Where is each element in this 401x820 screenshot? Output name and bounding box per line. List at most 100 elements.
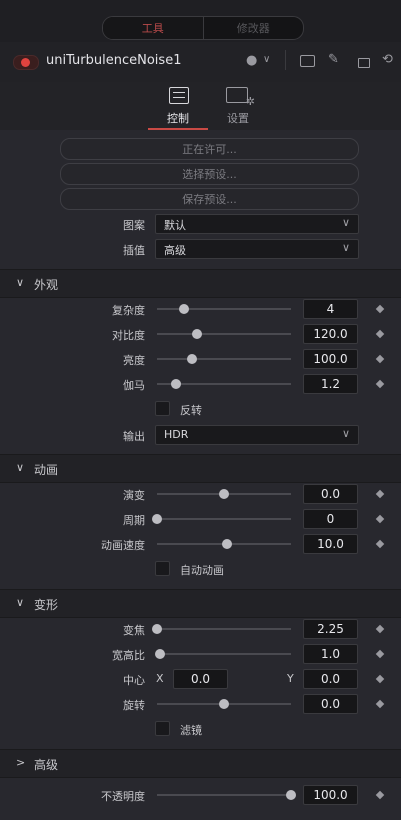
auto-animate-label: 自动动画	[180, 564, 224, 577]
section-animation[interactable]: ∨ 动画	[0, 454, 401, 483]
center-x-input[interactable]: 0.0	[173, 669, 228, 689]
speed-slider-knob[interactable]	[221, 539, 232, 549]
complexity-input[interactable]: 4	[303, 299, 358, 319]
chevron-down-icon: ∨	[341, 216, 350, 229]
keyframe-icon[interactable]	[375, 329, 385, 339]
interpolation-dropdown[interactable]: 高级 ∨	[155, 239, 359, 259]
evolution-input[interactable]: 0.0	[303, 484, 358, 504]
keyframe-icon[interactable]	[375, 489, 385, 499]
output-label: 输出	[123, 430, 145, 443]
reset-icon[interactable]: ⟲	[382, 52, 393, 67]
aspect-label: 宽高比	[112, 649, 145, 662]
section-advanced[interactable]: > 高级	[0, 749, 401, 778]
keyframe-icon[interactable]	[375, 354, 385, 364]
inspector-tabs: 控制 ✲ 设置	[0, 82, 401, 130]
tab-tools[interactable]: 工具	[103, 17, 204, 39]
evolution-label: 演变	[123, 489, 145, 502]
lock-icon[interactable]	[358, 58, 370, 68]
keyframe-icon[interactable]	[375, 624, 385, 634]
zoom-slider-track[interactable]	[157, 628, 291, 630]
gamma-label: 伽马	[123, 379, 145, 392]
section-appearance[interactable]: ∨ 外观	[0, 269, 401, 298]
section-title: 高级	[34, 758, 59, 772]
filter-checkbox[interactable]	[155, 721, 170, 736]
pattern-label: 图案	[123, 219, 145, 232]
section-title: 外观	[34, 278, 59, 292]
cycle-input[interactable]: 0	[303, 509, 358, 529]
rotation-slider-knob[interactable]	[219, 699, 229, 709]
invert-label: 反转	[180, 404, 202, 417]
chevron-down-icon: ∨	[16, 461, 25, 474]
versions-icon[interactable]	[300, 55, 315, 67]
zoom-slider-knob[interactable]	[152, 624, 162, 634]
tab-modifiers[interactable]: 修改器	[204, 17, 304, 39]
speed-label: 动画速度	[101, 539, 145, 552]
brightness-slider-track[interactable]	[157, 358, 291, 360]
output-value: HDR	[164, 428, 189, 441]
section-transform[interactable]: ∨ 变形	[0, 589, 401, 618]
keyframe-icon[interactable]	[375, 304, 385, 314]
output-dropdown[interactable]: HDR ∨	[155, 425, 359, 445]
chevron-down-icon[interactable]: ∨	[263, 54, 270, 65]
auto-animate-checkbox[interactable]	[155, 561, 170, 576]
pattern-dropdown[interactable]: 默认 ∨	[155, 214, 359, 234]
complexity-slider-knob[interactable]	[178, 304, 189, 314]
aspect-input[interactable]: 1.0	[303, 644, 358, 664]
keyframe-icon[interactable]	[375, 649, 385, 659]
speed-input[interactable]: 10.0	[303, 534, 358, 554]
header-divider	[285, 50, 286, 70]
rotation-label: 旋转	[123, 699, 145, 712]
keyframe-icon[interactable]	[375, 674, 385, 684]
license-button[interactable]: 正在许可...	[60, 138, 359, 160]
aspect-slider-track[interactable]	[157, 653, 291, 655]
node-enable-toggle[interactable]	[13, 55, 39, 70]
chevron-right-icon: >	[16, 756, 26, 769]
opacity-label: 不透明度	[101, 790, 145, 803]
cycle-slider-knob[interactable]	[152, 514, 162, 524]
zoom-label: 变焦	[123, 624, 145, 637]
contrast-input[interactable]: 120.0	[303, 324, 358, 344]
toggle-dot	[21, 58, 30, 67]
zoom-input[interactable]: 2.25	[303, 619, 358, 639]
brightness-input[interactable]: 100.0	[303, 349, 358, 369]
keyframe-icon[interactable]	[375, 379, 385, 389]
gamma-input[interactable]: 1.2	[303, 374, 358, 394]
cycle-slider-track[interactable]	[157, 518, 291, 520]
interpolation-value: 高级	[164, 244, 186, 257]
save-preset-button[interactable]: 保存预设...	[60, 188, 359, 210]
cycle-label: 周期	[123, 514, 145, 527]
contrast-slider-track[interactable]	[157, 333, 291, 335]
invert-checkbox[interactable]	[155, 401, 170, 416]
contrast-label: 对比度	[112, 329, 145, 342]
active-tab-underline	[148, 128, 208, 130]
gamma-slider-knob[interactable]	[170, 379, 181, 389]
center-y-label: Y	[287, 672, 294, 685]
aspect-slider-knob[interactable]	[154, 649, 165, 659]
tools-modifiers-switch[interactable]: 工具 修改器	[102, 16, 304, 40]
contrast-slider-knob[interactable]	[192, 329, 203, 339]
opacity-slider-track[interactable]	[157, 794, 291, 796]
rotation-input[interactable]: 0.0	[303, 694, 358, 714]
brightness-slider-knob[interactable]	[186, 354, 197, 364]
select-preset-button[interactable]: 选择预设...	[60, 163, 359, 185]
center-x-label: X	[156, 672, 164, 685]
opacity-slider-knob[interactable]	[286, 790, 296, 800]
tab-settings[interactable]: ✲ 设置	[208, 82, 268, 130]
color-dot-icon[interactable]: ●	[246, 53, 257, 68]
tab-controls-label: 控制	[167, 112, 189, 125]
tab-controls[interactable]: 控制	[148, 82, 208, 130]
center-y-input[interactable]: 0.0	[303, 669, 358, 689]
keyframe-icon[interactable]	[375, 539, 385, 549]
chevron-down-icon: ∨	[341, 241, 350, 254]
interpolation-label: 插值	[123, 244, 145, 257]
keyframe-icon[interactable]	[375, 699, 385, 709]
settings-icon: ✲	[226, 87, 255, 108]
keyframe-icon[interactable]	[375, 790, 385, 800]
node-title: uniTurbulenceNoise1	[46, 53, 182, 68]
complexity-slider-track[interactable]	[157, 308, 291, 310]
evolution-slider-knob[interactable]	[219, 489, 229, 499]
center-label: 中心	[123, 674, 145, 687]
pin-icon[interactable]: ✎	[328, 52, 339, 67]
keyframe-icon[interactable]	[375, 514, 385, 524]
opacity-input[interactable]: 100.0	[303, 785, 358, 805]
